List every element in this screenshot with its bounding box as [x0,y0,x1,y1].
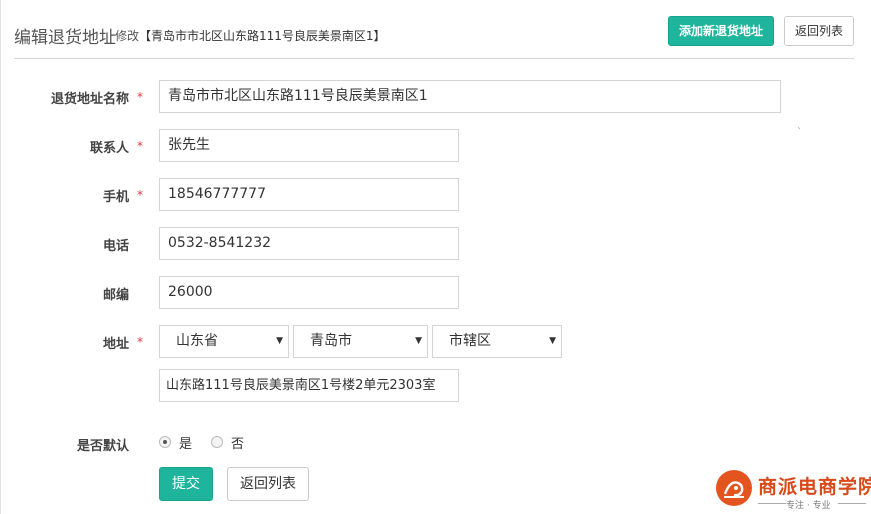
page-subtitle: 修改【青岛市市北区山东路111号良辰美景南区1】 [115,27,386,44]
province-select[interactable]: 山东省 ▼ [159,325,289,358]
radio-no-label[interactable]: 否 [231,433,244,452]
district-select[interactable]: 市辖区 ▼ [432,325,562,358]
address-detail-input[interactable]: 山东路111号良辰美景南区1号楼2单元2303室 [159,369,459,402]
zip-input[interactable]: 26000 [159,276,459,309]
logo-emblem-icon [716,470,752,506]
mobile-input[interactable]: 18546777777 [159,178,459,211]
name-required-mark: * [137,90,143,104]
address-name-input[interactable]: 青岛市市北区山东路111号良辰美景南区1 [159,80,781,113]
mobile-label: 手机 [102,190,129,205]
subtitle-prefix: 修改 [115,29,140,43]
logo-text: 商派电商学院 [758,476,871,498]
phone-input[interactable]: 0532-8541232 [159,227,459,260]
back-to-list-button[interactable]: 返回列表 [784,16,854,46]
phone-label: 电话 [102,239,129,254]
add-return-address-button[interactable]: 添加新退货地址 [668,16,774,46]
radio-no-icon[interactable] [211,436,223,448]
stray-mark: ` [797,127,802,138]
district-value: 市辖区 [449,333,491,349]
radio-yes-label[interactable]: 是 [179,433,192,452]
submit-button[interactable]: 提交 [159,467,213,501]
address-label: 地址 [102,337,129,352]
logo: 商派电商学院 专注 · 专业 [714,470,871,511]
subtitle-detail: 【青岛市市北区山东路111号良辰美景南区1】 [139,29,386,43]
chevron-down-icon: ▼ [415,336,422,346]
name-label: 退货地址名称 [50,92,129,107]
slogan-divider-right [838,503,866,504]
back-to-list-bottom-button[interactable]: 返回列表 [227,467,309,501]
contact-required-mark: * [137,139,143,153]
chevron-down-icon: ▼ [276,336,283,346]
city-value: 青岛市 [310,333,352,349]
mobile-required-mark: * [137,188,143,202]
contact-label: 联系人 [89,141,129,156]
logo-slogan: 专注 · 专业 [786,501,831,511]
page-header: 编辑退货地址 修改【青岛市市北区山东路111号良辰美景南区1】 添加新退货地址 … [14,14,854,59]
slogan-divider-left [758,503,786,504]
page-title: 编辑退货地址 [14,28,116,48]
left-border [0,0,1,514]
default-label: 是否默认 [76,439,129,454]
city-select[interactable]: 青岛市 ▼ [293,325,428,358]
address-required-mark: * [137,335,143,349]
chevron-down-icon: ▼ [549,336,556,346]
province-value: 山东省 [176,333,218,349]
radio-yes-icon[interactable] [159,436,171,448]
zip-label: 邮编 [102,288,129,303]
contact-input[interactable]: 张先生 [159,129,459,162]
